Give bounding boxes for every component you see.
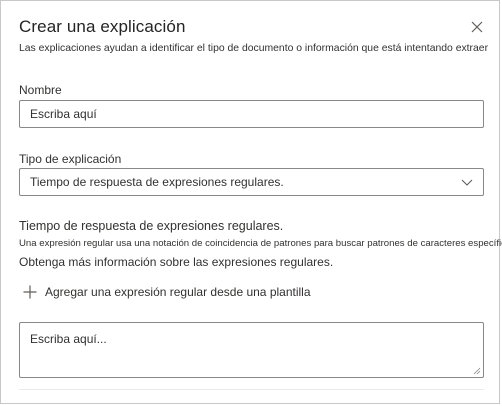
regex-section-title: Tiempo de respuesta de expresiones regul… [19, 219, 284, 233]
regex-textarea-value: Escriba aquí... [30, 332, 107, 346]
explanation-type-label: Tipo de explicación [19, 152, 122, 166]
dialog-title: Crear una explicación [19, 17, 186, 36]
regex-textarea[interactable]: Escriba aquí... [19, 322, 484, 378]
close-icon[interactable] [469, 19, 485, 35]
plus-icon [23, 285, 37, 299]
create-explanation-dialog: Crear una explicación Las explicaciones … [0, 0, 502, 404]
resize-grip-icon[interactable] [473, 367, 481, 375]
name-label: Nombre [19, 83, 62, 97]
explanation-type-dropdown[interactable]: Tiempo de respuesta de expresiones regul… [19, 168, 484, 196]
explanation-type-selected: Tiempo de respuesta de expresiones regul… [30, 175, 284, 189]
dialog-subtitle: Las explicaciones ayudan a identificar e… [19, 43, 489, 54]
footer-divider [19, 389, 484, 390]
name-input[interactable]: Escriba aquí [19, 100, 484, 128]
chevron-down-icon [461, 179, 473, 186]
add-regex-label: Agregar una expresión regular desde una … [45, 285, 311, 299]
regex-section-description: Una expresión regular usa una notación d… [19, 238, 502, 249]
regex-learn-more-link[interactable]: Obtenga más información sobre las expres… [19, 255, 333, 269]
add-regex-from-template-button[interactable]: Agregar una expresión regular desde una … [23, 285, 311, 299]
